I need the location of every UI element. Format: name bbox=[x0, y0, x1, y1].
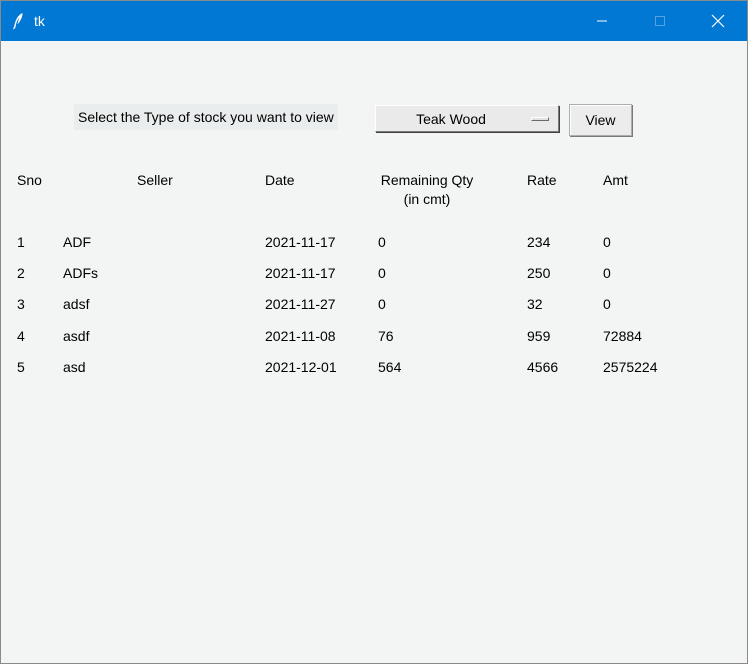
view-button[interactable]: View bbox=[569, 104, 632, 136]
cell-sno: 1 bbox=[17, 234, 25, 250]
cell-amt: 2575224 bbox=[603, 359, 658, 375]
cell-rate: 4566 bbox=[527, 359, 559, 375]
cell-date: 2021-11-27 bbox=[265, 296, 336, 312]
cell-qty: 0 bbox=[378, 296, 386, 312]
main-content: Select the Type of stock you want to vie… bbox=[1, 41, 747, 663]
close-icon bbox=[711, 14, 725, 28]
cell-seller: asd bbox=[63, 359, 86, 375]
minimize-icon bbox=[596, 15, 608, 27]
cell-rate: 250 bbox=[527, 265, 551, 281]
cell-seller: ADFs bbox=[63, 265, 98, 281]
cell-sno: 4 bbox=[17, 328, 25, 344]
window-title: tk bbox=[34, 13, 45, 29]
minimize-button[interactable] bbox=[573, 1, 631, 41]
header-qty-unit: (in cmt) bbox=[403, 191, 451, 207]
cell-date: 2021-11-17 bbox=[265, 234, 336, 250]
header-seller: Seller bbox=[137, 172, 173, 188]
cell-qty: 0 bbox=[378, 234, 386, 250]
cell-qty: 564 bbox=[378, 359, 402, 375]
maximize-icon bbox=[654, 15, 666, 27]
feather-icon bbox=[11, 12, 25, 30]
cell-date: 2021-12-01 bbox=[265, 359, 337, 375]
cell-seller: adsf bbox=[63, 296, 90, 312]
cell-rate: 959 bbox=[527, 328, 551, 344]
cell-amt: 72884 bbox=[603, 328, 642, 344]
header-remaining-qty: Remaining Qty bbox=[380, 172, 474, 188]
cell-rate: 32 bbox=[527, 296, 543, 312]
header-rate: Rate bbox=[527, 172, 557, 188]
stock-type-dropdown[interactable]: Teak Wood bbox=[375, 105, 559, 132]
header-date: Date bbox=[265, 172, 295, 188]
cell-sno: 2 bbox=[17, 265, 25, 281]
header-sno: Sno bbox=[17, 172, 42, 188]
cell-amt: 0 bbox=[603, 234, 611, 250]
cell-sno: 3 bbox=[17, 296, 25, 312]
cell-amt: 0 bbox=[603, 296, 611, 312]
cell-date: 2021-11-17 bbox=[265, 265, 336, 281]
cell-sno: 5 bbox=[17, 359, 25, 375]
cell-qty: 0 bbox=[378, 265, 386, 281]
app-window: tk Select the Type of stock you want to … bbox=[0, 0, 748, 664]
title-bar[interactable]: tk bbox=[1, 1, 747, 41]
close-button[interactable] bbox=[689, 1, 747, 41]
stock-type-prompt: Select the Type of stock you want to vie… bbox=[74, 104, 338, 130]
cell-date: 2021-11-08 bbox=[265, 328, 336, 344]
header-amt: Amt bbox=[603, 172, 628, 188]
cell-qty: 76 bbox=[378, 328, 394, 344]
stock-type-selected: Teak Wood bbox=[416, 111, 486, 127]
cell-rate: 234 bbox=[527, 234, 551, 250]
option-menu-indicator-icon bbox=[531, 117, 549, 121]
maximize-button[interactable] bbox=[631, 1, 689, 41]
cell-amt: 0 bbox=[603, 265, 611, 281]
cell-seller: asdf bbox=[63, 328, 90, 344]
cell-seller: ADF bbox=[63, 234, 91, 250]
